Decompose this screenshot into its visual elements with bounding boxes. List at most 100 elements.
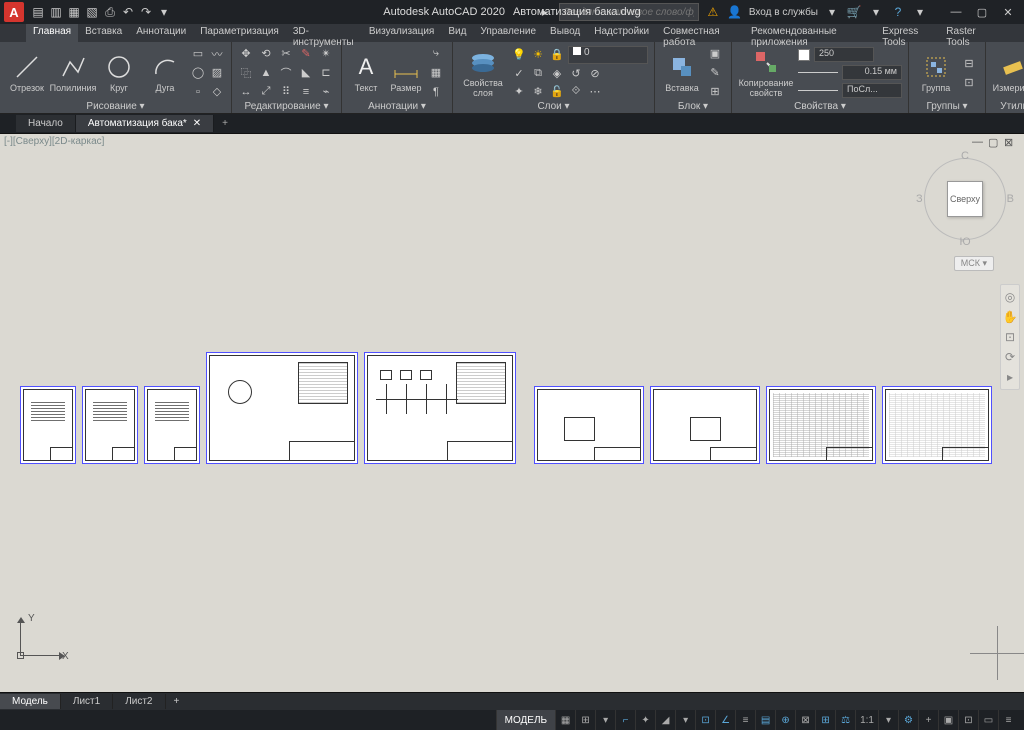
print-icon[interactable]: ⎙	[102, 4, 118, 20]
bulb-icon[interactable]: 💡	[511, 47, 527, 63]
panel-props-title[interactable]: Свойства ▾	[738, 100, 902, 113]
layer-match-icon[interactable]: ⧉	[530, 66, 546, 82]
scale-icon[interactable]: ⤢	[258, 84, 274, 100]
status-clean-icon[interactable]: ▭	[978, 710, 998, 730]
erase-icon[interactable]: ✎	[298, 46, 314, 62]
lineweight-field[interactable]: 0.15 мм	[842, 65, 902, 80]
copy-icon[interactable]: ⿻	[238, 65, 254, 81]
steering-wheel-icon[interactable]: ◎	[1001, 287, 1019, 307]
tab-output[interactable]: Вывод	[543, 24, 587, 42]
tab-3dtools[interactable]: 3D-инструменты	[286, 24, 362, 42]
sheet-5[interactable]	[364, 352, 516, 464]
status-transparency-icon[interactable]: ▤	[755, 710, 775, 730]
panel-annot-title[interactable]: Аннотации ▾	[348, 100, 446, 113]
redo-icon[interactable]: ↷	[138, 4, 154, 20]
status-annoscale-icon[interactable]: ⚖	[835, 710, 855, 730]
fillet-icon[interactable]: ⌒	[278, 65, 294, 81]
freeze-icon[interactable]: ☀	[530, 47, 546, 63]
compass-north[interactable]: С	[961, 150, 969, 162]
layer-prev-icon[interactable]: ↺	[568, 66, 584, 82]
status-workspace-icon[interactable]: ▣	[938, 710, 958, 730]
panel-utils-title[interactable]: Утилиты ▾	[992, 100, 1024, 113]
tab-featured[interactable]: Рекомендованные приложения	[744, 24, 875, 42]
layouttab-sheet1[interactable]: Лист1	[61, 694, 113, 709]
status-ortho-icon[interactable]: ⌐	[615, 710, 635, 730]
status-dropdown2-icon[interactable]: ▾	[675, 710, 695, 730]
arc-button[interactable]: Дуга	[144, 52, 186, 94]
region-icon[interactable]: ◇	[209, 84, 225, 100]
maximize-button[interactable]: ▢	[970, 2, 994, 22]
stretch-icon[interactable]: ↔	[238, 84, 254, 100]
orbit-icon[interactable]: ⟳	[1001, 347, 1019, 367]
cart-icon[interactable]: 🛒	[846, 4, 862, 20]
sheet-2[interactable]	[82, 386, 138, 464]
panel-draw-title[interactable]: Рисование ▾	[6, 100, 225, 113]
close-icon[interactable]: ✕	[193, 118, 201, 129]
help-icon[interactable]: ?	[890, 4, 906, 20]
signin-label[interactable]: Вход в службы	[749, 7, 818, 18]
new-tab-button[interactable]: +	[214, 115, 236, 132]
signin-dropdown[interactable]: ▾	[824, 4, 840, 20]
status-dyninput-icon[interactable]: ⊞	[815, 710, 835, 730]
status-hamburger-icon[interactable]: ≡	[998, 710, 1018, 730]
status-scale-label[interactable]: 1:1	[855, 710, 878, 730]
group-edit-icon[interactable]: ⊡	[961, 74, 977, 90]
sheet-4[interactable]	[206, 352, 358, 464]
zoom-extents-icon[interactable]: ⊡	[1001, 327, 1019, 347]
tab-express[interactable]: Express Tools	[875, 24, 939, 42]
compass-south[interactable]: Ю	[959, 236, 970, 248]
panel-groups-title[interactable]: Группы ▾	[915, 100, 979, 113]
align-icon[interactable]: ≡	[298, 84, 314, 100]
polyline-button[interactable]: Полилиния	[52, 52, 94, 94]
layer-unlock-icon[interactable]: 🔓	[549, 84, 565, 100]
panel-layers-title[interactable]: Слои ▾	[459, 100, 648, 113]
layer-on-icon[interactable]: ✦	[511, 84, 527, 100]
minimize-button[interactable]: —	[944, 2, 968, 22]
undo-icon[interactable]: ↶	[120, 4, 136, 20]
insert-block-button[interactable]: Вставка	[661, 52, 703, 94]
mtext-icon[interactable]: ¶	[428, 84, 444, 100]
save-icon[interactable]: ▦	[66, 4, 82, 20]
tab-insert[interactable]: Вставка	[78, 24, 129, 42]
open-file-icon[interactable]: ▥	[48, 4, 64, 20]
tab-collaborate[interactable]: Совместная работа	[656, 24, 744, 42]
measure-button[interactable]: Измерить	[992, 52, 1024, 94]
layer-make-current-icon[interactable]: ✓	[511, 66, 527, 82]
viewcube[interactable]: Сверху	[947, 181, 983, 217]
match-props-button[interactable]: Копирование свойств	[738, 47, 794, 99]
status-3dosnap-icon[interactable]: ⊠	[795, 710, 815, 730]
layouttab-sheet2[interactable]: Лист2	[113, 694, 165, 709]
close-button[interactable]: ✕	[996, 2, 1020, 22]
layouttab-model[interactable]: Модель	[0, 694, 61, 709]
offset-icon[interactable]: ⊏	[318, 65, 334, 81]
color-field[interactable]: 250	[814, 47, 874, 62]
rotate-icon[interactable]: ⟲	[258, 46, 274, 62]
user-icon[interactable]: 👤	[727, 4, 743, 20]
line-button[interactable]: Отрезок	[6, 52, 48, 94]
sheet-6[interactable]	[534, 386, 644, 464]
block-edit-icon[interactable]: ✎	[707, 65, 723, 81]
pan-icon[interactable]: ✋	[1001, 307, 1019, 327]
sheet-3[interactable]	[144, 386, 200, 464]
saveas-icon[interactable]: ▧	[84, 4, 100, 20]
array-icon[interactable]: ⠿	[278, 84, 294, 100]
status-lineweight-icon[interactable]: ≡	[735, 710, 755, 730]
filetab-start[interactable]: Начало	[16, 115, 76, 132]
status-dropdown-icon[interactable]: ▾	[595, 710, 615, 730]
group-button[interactable]: Группа	[915, 52, 957, 94]
status-otrack-icon[interactable]: ∠	[715, 710, 735, 730]
rect-icon[interactable]: ▭	[190, 46, 206, 62]
status-plus-icon[interactable]: +	[918, 710, 938, 730]
viewport-maximize-icon[interactable]: ▢	[988, 136, 1002, 150]
move-icon[interactable]: ✥	[238, 46, 254, 62]
status-dropdown3-icon[interactable]: ▾	[878, 710, 898, 730]
sheet-9[interactable]	[882, 386, 992, 464]
status-iso-icon[interactable]: ◢	[655, 710, 675, 730]
compass-east[interactable]: В	[1007, 193, 1014, 205]
status-osnap-icon[interactable]: ⊡	[695, 710, 715, 730]
layouttab-add-button[interactable]: +	[166, 694, 188, 709]
sheet-1[interactable]	[20, 386, 76, 464]
break-icon[interactable]: ⌁	[318, 84, 334, 100]
status-model-button[interactable]: МОДЕЛЬ	[496, 710, 555, 730]
sheet-8[interactable]	[766, 386, 876, 464]
